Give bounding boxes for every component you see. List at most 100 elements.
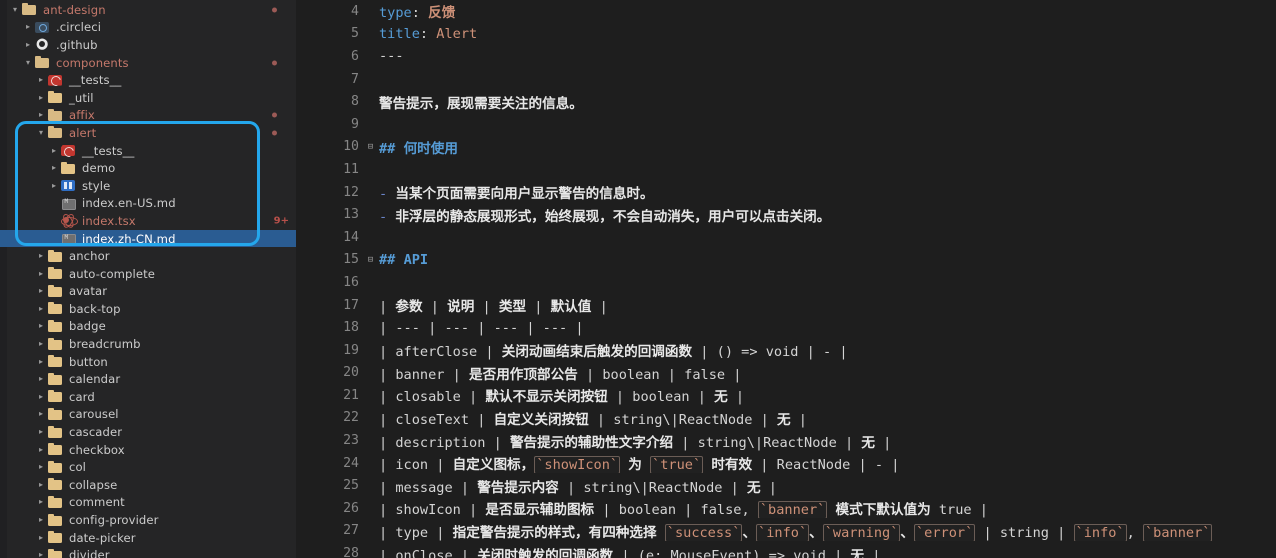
code-line[interactable]: 22 | closeText | 自定义关闭按钮 | string\|ReactN…: [296, 407, 1276, 430]
code-line[interactable]: 6 ---: [296, 45, 1276, 68]
chevron-down-icon[interactable]: [22, 59, 34, 67]
chevron-right-icon[interactable]: [35, 76, 47, 84]
tree-item-button[interactable]: button: [0, 353, 296, 371]
chevron-right-icon[interactable]: [35, 534, 47, 542]
chevron-right-icon[interactable]: [48, 182, 60, 190]
code-line[interactable]: 14: [296, 226, 1276, 249]
chevron-right-icon[interactable]: [35, 428, 47, 436]
code-line[interactable]: 15 ⊟ ## API: [296, 249, 1276, 272]
tree-item-demo[interactable]: demo: [0, 159, 296, 177]
chevron-right-icon[interactable]: [35, 551, 47, 558]
chevron-right-icon[interactable]: [48, 147, 60, 155]
code-line[interactable]: 12 - 当某个页面需要向用户显示警告的信息时。: [296, 181, 1276, 204]
chevron-right-icon[interactable]: [35, 252, 47, 260]
tree-item--github[interactable]: .github: [0, 36, 296, 54]
chevron-right-icon[interactable]: [35, 270, 47, 278]
code-line[interactable]: 16: [296, 271, 1276, 294]
code-line[interactable]: 27 | type | 指定警告提示的样式，有四种选择 `success`、 `in…: [296, 520, 1276, 543]
tree-item-back-top[interactable]: back-top: [0, 300, 296, 318]
code-content: | description | 警告提示的辅助性文字介绍 | string\|R…: [379, 431, 1276, 451]
chevron-right-icon[interactable]: [35, 446, 47, 454]
tree-item-components[interactable]: components: [0, 54, 296, 72]
tree-item-carousel[interactable]: carousel: [0, 406, 296, 424]
code-line[interactable]: 13 - 非浮层的静态展现形式，始终展现，不会自动消失，用户可以点击关闭。: [296, 203, 1276, 226]
code-line[interactable]: 4 type: 反馈: [296, 0, 1276, 23]
chevron-right-icon[interactable]: [35, 481, 47, 489]
chevron-right-icon[interactable]: [35, 340, 47, 348]
chevron-right-icon[interactable]: [35, 287, 47, 295]
code-line[interactable]: 17 | 参数 | 说明 | 类型 | 默认值 |: [296, 294, 1276, 317]
chevron-right-icon[interactable]: [35, 111, 47, 119]
code-line[interactable]: 21 | closable | 默认不显示关闭按钮 | boolean | 无 |: [296, 384, 1276, 407]
chevron-right-icon[interactable]: [35, 498, 47, 506]
tree-item-collapse[interactable]: collapse: [0, 476, 296, 494]
code-line[interactable]: 11: [296, 158, 1276, 181]
tree-item-index-zh-cn-md[interactable]: index.zh-CN.md: [0, 229, 296, 248]
code-editor[interactable]: 4 type: 反馈 5 title: Alert 6 --- 7 8 警告提示，展现需要关注的…: [296, 0, 1276, 558]
file-tree[interactable]: ant-design .circleci .github components __te…: [0, 0, 296, 558]
fold-toggle-icon[interactable]: ⊟: [362, 142, 379, 152]
code-line[interactable]: 18 | --- | --- | --- | --- |: [296, 316, 1276, 339]
tree-item-card[interactable]: card: [0, 388, 296, 406]
code-line[interactable]: 25 | message | 警告提示内容 | string\|ReactNode…: [296, 474, 1276, 497]
file-explorer-sidebar[interactable]: ant-design .circleci .github components __te…: [0, 0, 296, 558]
chevron-right-icon[interactable]: [35, 358, 47, 366]
tree-item-alert[interactable]: alert: [0, 124, 296, 142]
chevron-right-icon[interactable]: [35, 463, 47, 471]
code-token: 反馈: [428, 5, 456, 22]
tree-item-label: col: [69, 460, 86, 475]
code-line[interactable]: 23 | description | 警告提示的辅助性文字介绍 | string\…: [296, 429, 1276, 452]
tree-item-config-provider[interactable]: config-provider: [0, 511, 296, 529]
tree-item--tests-[interactable]: __tests__: [0, 142, 296, 160]
code-line[interactable]: 9: [296, 113, 1276, 136]
code-line[interactable]: 7: [296, 68, 1276, 91]
chevron-right-icon[interactable]: [22, 41, 34, 49]
tree-item-ant-design[interactable]: ant-design: [0, 1, 296, 19]
code-line[interactable]: 19 | afterClose | 关闭动画结束后触发的回调函数 | () => …: [296, 339, 1276, 362]
code-line[interactable]: 8 警告提示，展现需要关注的信息。: [296, 90, 1276, 113]
code-line[interactable]: 20 | banner | 是否用作顶部公告 | boolean | false …: [296, 362, 1276, 385]
code-line[interactable]: 26 | showIcon | 是否显示辅助图标 | boolean | fals…: [296, 497, 1276, 520]
code-line[interactable]: 24 | icon | 自定义图标， `showIcon` 为 `true` 时有效…: [296, 452, 1276, 475]
chevron-right-icon[interactable]: [35, 322, 47, 330]
tree-item--tests-[interactable]: __tests__: [0, 71, 296, 89]
editor-lines[interactable]: 4 type: 反馈 5 title: Alert 6 --- 7 8 警告提示，展现需要关注的…: [296, 0, 1276, 558]
tree-item-breadcrumb[interactable]: breadcrumb: [0, 335, 296, 353]
tree-item-style[interactable]: style: [0, 177, 296, 195]
chevron-right-icon[interactable]: [35, 410, 47, 418]
fold-toggle-icon[interactable]: ⊟: [362, 255, 379, 265]
tree-item-auto-complete[interactable]: auto-complete: [0, 265, 296, 283]
tree-item-cascader[interactable]: cascader: [0, 423, 296, 441]
tree-item-calendar[interactable]: calendar: [0, 370, 296, 388]
tree-item--util[interactable]: _util: [0, 89, 296, 107]
tree-item-index-en-us-md[interactable]: index.en-US.md: [0, 195, 296, 213]
tree-item-anchor[interactable]: anchor: [0, 247, 296, 265]
line-number: 28: [343, 546, 359, 558]
chevron-right-icon[interactable]: [35, 305, 47, 313]
chevron-right-icon[interactable]: [22, 23, 34, 31]
chevron-right-icon[interactable]: [48, 164, 60, 172]
chevron-right-icon[interactable]: [35, 393, 47, 401]
tree-item-col[interactable]: col: [0, 458, 296, 476]
tree-item-checkbox[interactable]: checkbox: [0, 441, 296, 459]
tree-item-date-picker[interactable]: date-picker: [0, 529, 296, 547]
tree-item-divider[interactable]: divider: [0, 546, 296, 558]
folder-icon: [60, 161, 77, 175]
code-line[interactable]: 5 title: Alert: [296, 23, 1276, 46]
line-number: 21: [343, 387, 359, 403]
chevron-down-icon[interactable]: [35, 129, 47, 137]
tree-item--circleci[interactable]: .circleci: [0, 19, 296, 37]
code-content: - 当某个页面需要向用户显示警告的信息时。: [379, 182, 1276, 202]
tree-item-badge[interactable]: badge: [0, 318, 296, 336]
tree-item-index-tsx[interactable]: index.tsx 9+: [0, 212, 296, 230]
code-line[interactable]: 28 | onClose | 关闭时触发的回调函数 | (e: MouseEven…: [296, 542, 1276, 558]
chevron-right-icon[interactable]: [35, 375, 47, 383]
tree-item-affix[interactable]: affix: [0, 107, 296, 125]
code-token: | string |: [975, 524, 1074, 541]
tree-item-comment[interactable]: comment: [0, 494, 296, 512]
chevron-right-icon[interactable]: [35, 94, 47, 102]
code-line[interactable]: 10 ⊟ ## 何时使用: [296, 136, 1276, 159]
tree-item-avatar[interactable]: avatar: [0, 283, 296, 301]
chevron-down-icon[interactable]: [9, 6, 21, 14]
chevron-right-icon[interactable]: [35, 516, 47, 524]
